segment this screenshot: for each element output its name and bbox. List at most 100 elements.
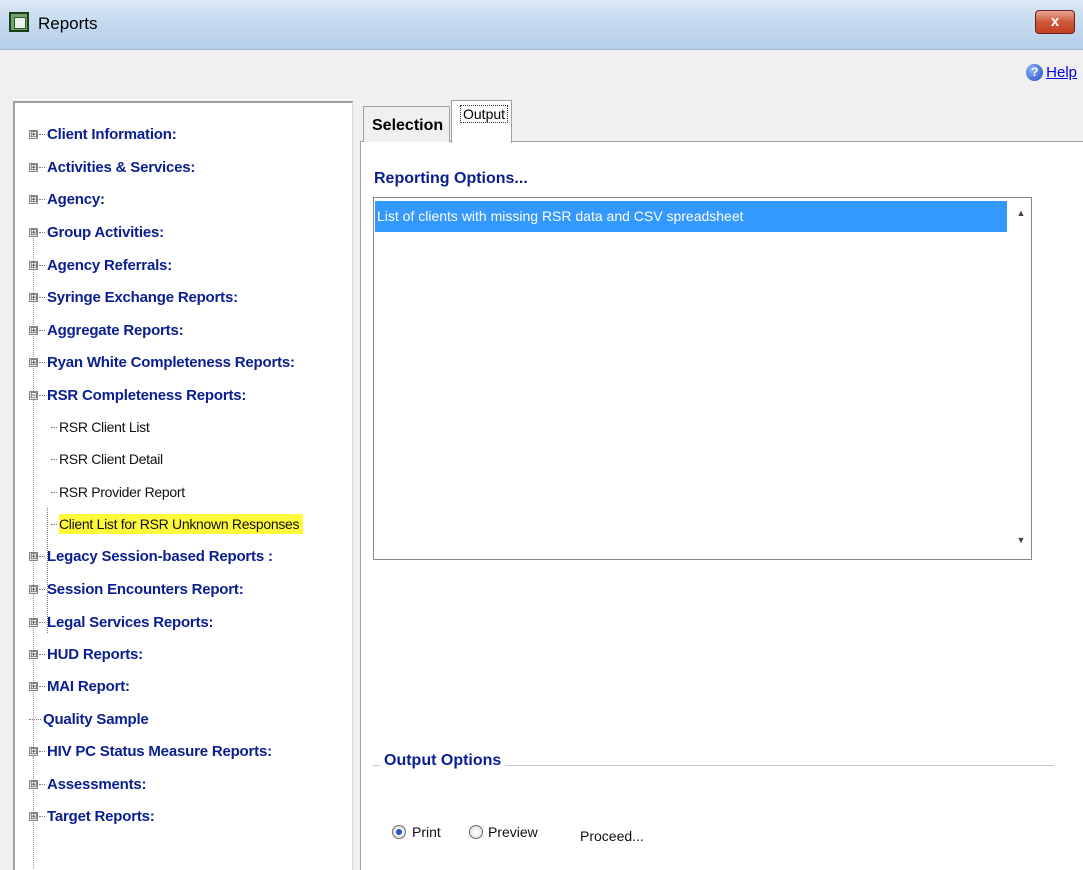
expand-icon[interactable]: ⊞ — [29, 162, 38, 172]
tree-connector — [39, 264, 45, 266]
expand-icon[interactable]: ⊞ — [29, 649, 38, 659]
tree-child-rsr-provider-report[interactable]: RSR Provider Report — [51, 481, 185, 503]
tree-connector — [39, 685, 45, 687]
tree-item-target-reports[interactable]: ⊞ Target Reports: — [29, 805, 155, 827]
tree-item-legacy-session-based[interactable]: ⊞ Legacy Session-based Reports : — [29, 545, 273, 567]
expand-icon[interactable]: ⊞ — [29, 617, 38, 627]
expand-icon[interactable]: ⊞ — [29, 681, 38, 691]
tree-connector — [29, 718, 41, 720]
title-bar: Reports x — [0, 0, 1083, 50]
tree-connector — [39, 621, 45, 623]
report-tree[interactable]: ⊞ Client Information: ⊞ Activities & Ser… — [13, 101, 353, 870]
scroll-down-arrow-icon[interactable]: ▼ — [1015, 535, 1027, 547]
tree-item-label[interactable]: RSR Completeness Reports: — [47, 387, 246, 404]
tree-item-label[interactable]: Quality Sample — [43, 711, 149, 728]
tree-child-rsr-client-list[interactable]: RSR Client List — [51, 416, 150, 438]
tree-item-label[interactable]: Group Activities: — [47, 224, 164, 241]
tree-item-ryan-white-completeness[interactable]: ⊞ Ryan White Completeness Reports: — [29, 351, 295, 373]
tree-item-quality-sample[interactable]: Quality Sample — [29, 708, 149, 730]
expand-icon[interactable]: ⊞ — [29, 584, 38, 594]
tree-item-label[interactable]: Assessments: — [47, 776, 147, 793]
tree-child-label[interactable]: RSR Client List — [59, 419, 150, 435]
tree-connector — [39, 166, 45, 168]
collapse-icon[interactable]: ⊟ — [29, 390, 38, 400]
tree-item-syringe-exchange-reports[interactable]: ⊞ Syringe Exchange Reports: — [29, 286, 238, 308]
expand-icon[interactable]: ⊞ — [29, 292, 38, 302]
tree-item-activities-services[interactable]: ⊞ Activities & Services: — [29, 156, 195, 178]
reporting-options-list[interactable]: List of clients with missing RSR data an… — [373, 197, 1032, 560]
tree-item-rsr-completeness[interactable]: ⊟ RSR Completeness Reports: — [29, 384, 246, 406]
tree-item-label[interactable]: Agency Referrals: — [47, 257, 172, 274]
expand-icon[interactable]: ⊞ — [29, 779, 38, 789]
tree-connector — [39, 361, 45, 363]
tree-item-label[interactable]: Aggregate Reports: — [47, 322, 184, 339]
expand-icon[interactable]: ⊞ — [29, 129, 38, 139]
print-radio-label[interactable]: Print — [412, 824, 441, 840]
tree-connector — [51, 491, 57, 493]
tree-item-legal-services[interactable]: ⊞ Legal Services Reports: — [29, 611, 214, 633]
tree-child-rsr-unknown-responses[interactable]: Client List for RSR Unknown Responses — [51, 513, 304, 535]
tree-item-label[interactable]: Ryan White Completeness Reports: — [47, 354, 295, 371]
tree-item-label[interactable]: Syringe Exchange Reports: — [47, 289, 238, 306]
help-link[interactable]: Help — [1046, 64, 1077, 81]
tree-connector — [39, 783, 45, 785]
tree-item-session-encounters[interactable]: ⊞ Session Encounters Report: — [29, 578, 244, 600]
expand-icon[interactable]: ⊞ — [29, 746, 38, 756]
tree-connector — [39, 815, 45, 817]
reports-app-icon — [9, 12, 29, 32]
tree-top-separator — [13, 99, 353, 100]
expand-icon[interactable]: ⊞ — [29, 260, 38, 270]
tree-item-label[interactable]: HUD Reports: — [47, 646, 143, 663]
expand-icon[interactable]: ⊞ — [29, 551, 38, 561]
tree-connector — [39, 133, 45, 135]
tree-connector — [39, 394, 45, 396]
tree-item-label[interactable]: HIV PC Status Measure Reports: — [47, 743, 272, 760]
tree-connector — [39, 653, 45, 655]
window-title: Reports — [38, 14, 98, 33]
tree-connector — [39, 296, 45, 298]
expand-icon[interactable]: ⊞ — [29, 357, 38, 367]
print-radio[interactable] — [392, 825, 406, 839]
tree-connector — [39, 555, 45, 557]
tree-item-client-information[interactable]: ⊞ Client Information: — [29, 123, 177, 145]
tree-connector — [39, 231, 45, 233]
tree-child-label-selected[interactable]: Client List for RSR Unknown Responses — [59, 514, 304, 534]
tree-item-label[interactable]: Activities & Services: — [47, 159, 195, 176]
expand-icon[interactable]: ⊞ — [29, 811, 38, 821]
tree-item-agency[interactable]: ⊞ Agency: — [29, 188, 105, 210]
tree-item-label[interactable]: Target Reports: — [47, 808, 155, 825]
expand-icon[interactable]: ⊞ — [29, 194, 38, 204]
proceed-button[interactable]: Proceed... — [580, 828, 644, 844]
tree-item-aggregate-reports[interactable]: ⊞ Aggregate Reports: — [29, 319, 184, 341]
close-button[interactable]: x — [1035, 10, 1075, 34]
help-icon[interactable]: ? — [1026, 64, 1044, 81]
scroll-up-arrow-icon[interactable]: ▲ — [1015, 208, 1027, 220]
tree-item-label[interactable]: Client Information: — [47, 126, 177, 143]
tree-connector — [39, 329, 45, 331]
expand-icon[interactable]: ⊞ — [29, 227, 38, 237]
reporting-option-item[interactable]: List of clients with missing RSR data an… — [375, 201, 1007, 232]
tree-item-mai-report[interactable]: ⊞ MAI Report: — [29, 675, 130, 697]
tree-child-label[interactable]: RSR Client Detail — [59, 451, 163, 467]
tree-child-rsr-client-detail[interactable]: RSR Client Detail — [51, 448, 163, 470]
tree-item-assessments[interactable]: ⊞ Assessments: — [29, 773, 147, 795]
tab-selection[interactable]: Selection — [363, 106, 450, 142]
tree-item-hud-reports[interactable]: ⊞ HUD Reports: — [29, 643, 143, 665]
preview-radio-label[interactable]: Preview — [488, 824, 538, 840]
tree-item-label[interactable]: Legal Services Reports: — [47, 614, 214, 631]
expand-icon[interactable]: ⊞ — [29, 325, 38, 335]
tab-output[interactable]: Output — [451, 100, 512, 143]
reporting-options-heading: Reporting Options... — [374, 170, 528, 187]
tree-item-label[interactable]: Agency: — [47, 191, 105, 208]
tree-item-label[interactable]: Session Encounters Report: — [47, 581, 244, 598]
preview-radio[interactable] — [469, 825, 483, 839]
tree-item-label[interactable]: Legacy Session-based Reports : — [47, 548, 273, 565]
tree-item-label[interactable]: MAI Report: — [47, 678, 130, 695]
tree-child-label[interactable]: RSR Provider Report — [59, 484, 185, 500]
tab-output-label: Output — [460, 105, 509, 123]
help-link-group[interactable]: ? Help — [1026, 64, 1077, 81]
tree-item-group-activities[interactable]: ⊞ Group Activities: — [29, 221, 164, 243]
tree-connector — [51, 523, 57, 525]
tree-item-hiv-pc-status-measure[interactable]: ⊞ HIV PC Status Measure Reports: — [29, 740, 272, 762]
tree-item-agency-referrals[interactable]: ⊞ Agency Referrals: — [29, 254, 172, 276]
